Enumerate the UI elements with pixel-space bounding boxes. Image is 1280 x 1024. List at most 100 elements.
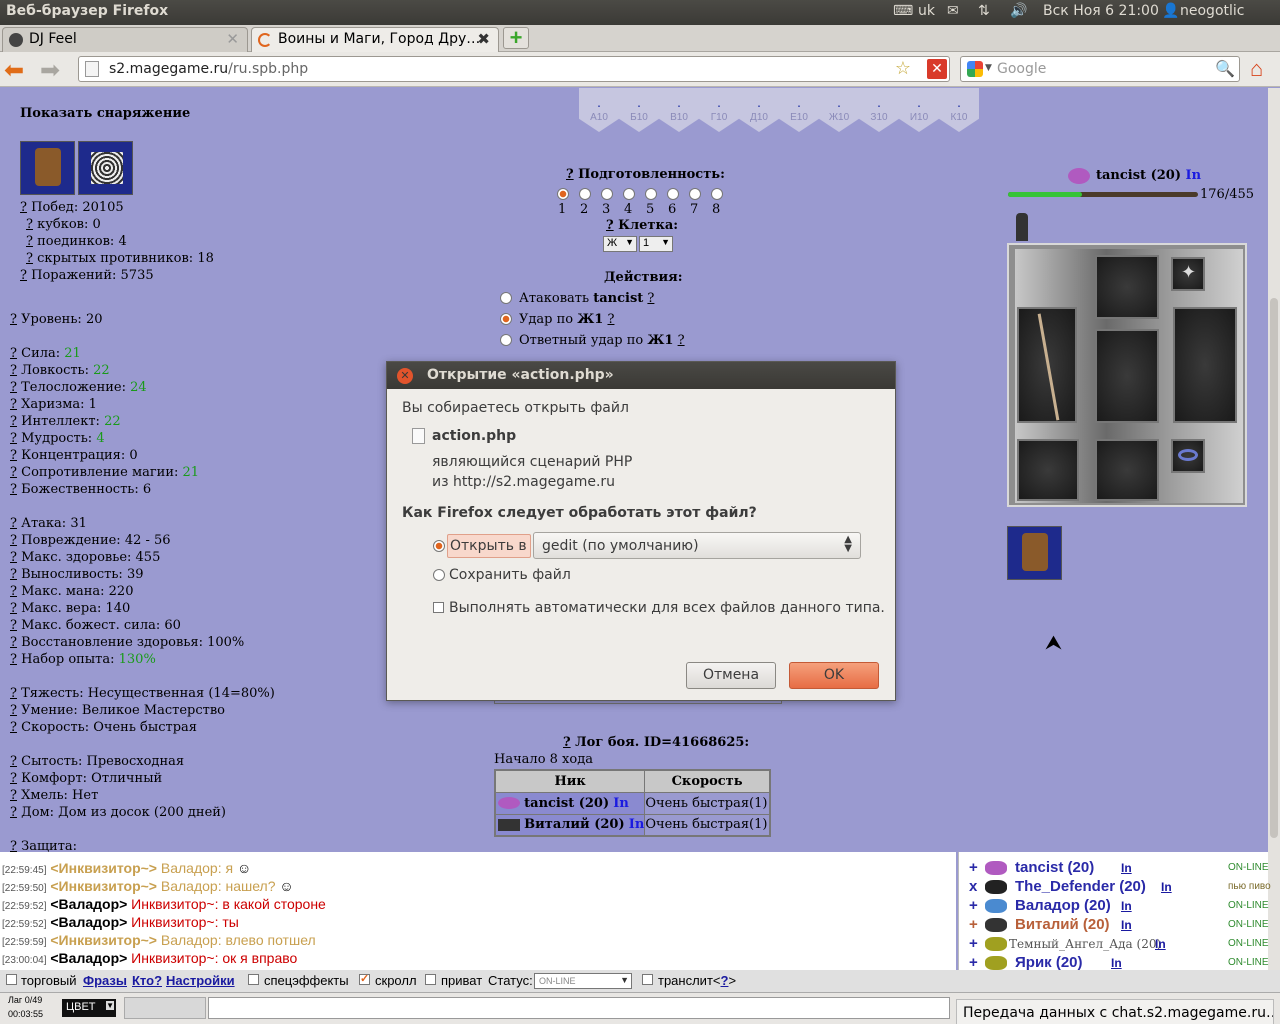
help-link[interactable]: ? [10,380,17,395]
slot-gloves[interactable] [1017,439,1079,501]
help-link[interactable]: ? [20,268,27,283]
cell-8[interactable]: . И10 [899,88,939,132]
slot-boots[interactable] [1095,439,1159,501]
help-link[interactable]: ? [10,567,17,582]
user-action[interactable]: + [969,897,978,914]
cancel-button[interactable]: Отмена [686,662,776,689]
tab-magegame[interactable]: Воины и Маги, Город Дру… ✖ [251,27,499,52]
save-file-radio[interactable] [433,569,445,581]
auto-checkbox[interactable] [433,602,444,613]
user-info-link[interactable]: In [1121,899,1132,913]
search-box[interactable]: ▼ Google 🔍 [960,56,1240,82]
help-link[interactable]: ? [10,550,17,565]
show-gear-link[interactable]: Показать снаряжение [20,106,190,121]
cell-2[interactable]: . В10 [659,88,699,132]
help-link[interactable]: ? [26,217,33,232]
close-icon[interactable]: ✕ [397,368,413,384]
settings-link[interactable]: Настройки [166,973,235,988]
counter-radio[interactable] [500,334,512,346]
attack-radio[interactable] [500,292,512,304]
new-tab-button[interactable]: + [503,27,529,49]
user-name[interactable]: Валадор (20) [1015,897,1111,914]
gear-item-boots[interactable] [20,141,75,195]
prep-radio-5[interactable] [645,188,657,200]
url-bar[interactable]: s2.magegame.ru/ru.spb.php ☆ ✕ [78,56,950,82]
back-arrow-icon[interactable]: ⬅ [4,56,24,85]
cell-6[interactable]: . Ж10 [819,88,859,132]
help-link[interactable]: ? [10,482,17,497]
help-link[interactable]: ? [10,686,17,701]
chat-nick[interactable]: <Валадор> [50,950,127,966]
help-link[interactable]: ? [10,771,17,786]
prep-radio-8[interactable] [711,188,723,200]
help-link[interactable]: ? [10,516,17,531]
user-action[interactable]: + [969,954,978,970]
help-link[interactable]: ? [10,431,17,446]
open-with-label[interactable]: Открыть в [447,534,531,558]
trade-checkbox[interactable] [6,974,17,985]
user-name[interactable]: tancist (20) [1015,859,1094,876]
help-link[interactable]: ? [10,448,17,463]
status-select[interactable]: ON-LINE ▼ [534,973,632,989]
slot-armor[interactable] [1095,329,1159,423]
close-icon[interactable]: ✕ [226,30,239,48]
help-link[interactable]: ? [10,652,17,667]
user-action[interactable]: x [969,878,977,895]
prep-radio-3[interactable] [601,188,613,200]
log-row-nick[interactable]: tancist (20) In [494,791,646,815]
bookmark-star-icon[interactable]: ☆ [895,58,911,79]
scrollbar-thumb[interactable] [1270,298,1278,838]
help-link[interactable]: ? [10,533,17,548]
user-info-link[interactable]: In [1121,918,1132,932]
auto-label[interactable]: Выполнять автоматически для всех файлов … [449,600,885,616]
chevron-down-icon[interactable]: ▼ [985,63,992,73]
chat-nick[interactable]: <Инквизитор~> [50,932,157,948]
user-action[interactable]: + [969,859,978,876]
help-link[interactable]: ? [10,312,17,327]
prep-radio-6[interactable] [667,188,679,200]
cell-3[interactable]: . Г10 [699,88,739,132]
user-name[interactable]: Виталий (20) [1015,916,1110,933]
prep-radio-4[interactable] [623,188,635,200]
cell-0[interactable]: . А10 [579,88,619,132]
clock[interactable]: Вск Ноя 6 21:00 [1043,3,1159,19]
help-link[interactable]: ? [10,465,17,480]
slot-shield[interactable] [1173,307,1237,423]
slot-helmet[interactable] [1095,255,1159,319]
user-name[interactable]: Темный_Ангел_Ада (20) [1009,937,1161,951]
user-name[interactable]: Ярик (20) [1015,954,1083,970]
help-link[interactable]: ? [10,397,17,412]
help-link[interactable]: ? [10,805,17,820]
help-link[interactable]: ? [26,251,33,266]
help-link[interactable]: ? [10,601,17,616]
stop-icon[interactable]: ✕ [927,59,947,79]
who-link[interactable]: Кто? [132,973,162,988]
translit-checkbox[interactable] [642,974,653,985]
user-info-link[interactable]: In [1121,861,1132,875]
volume-icon[interactable]: 🔊 [1010,3,1027,19]
cell-7[interactable]: . З10 [859,88,899,132]
help-link[interactable]: ? [10,788,17,803]
user-list-scrollbar[interactable] [1268,852,1280,970]
forward-arrow-icon[interactable]: ➡ [40,56,60,85]
app-select[interactable]: gedit (по умолчанию) ▲ ▼ [533,532,861,559]
help-link[interactable]: ? [10,703,17,718]
user-info-link[interactable]: In [1111,956,1122,970]
help-link[interactable]: ? [10,635,17,650]
cell-col-select[interactable]: Ж ▼ [603,236,637,252]
keyboard-icon[interactable]: ⌨ [893,3,913,19]
strike-radio[interactable] [500,313,512,325]
help-link[interactable]: ? [10,720,17,735]
help-link[interactable]: ? [10,346,17,361]
page-scrollbar[interactable] [1268,88,1280,852]
cell-5[interactable]: . Е10 [779,88,819,132]
user-action[interactable]: + [969,916,978,933]
ok-button[interactable]: OK [789,662,879,689]
slot-weapon[interactable] [1017,307,1077,423]
private-checkbox[interactable] [425,974,436,985]
user-name[interactable]: neogotlic [1180,3,1244,19]
chat-nick[interactable]: <Инквизитор~> [50,878,157,894]
user-name[interactable]: The_Defender (20) [1015,878,1146,895]
slot-ring[interactable] [1171,439,1205,473]
belt-item[interactable] [1007,526,1062,580]
